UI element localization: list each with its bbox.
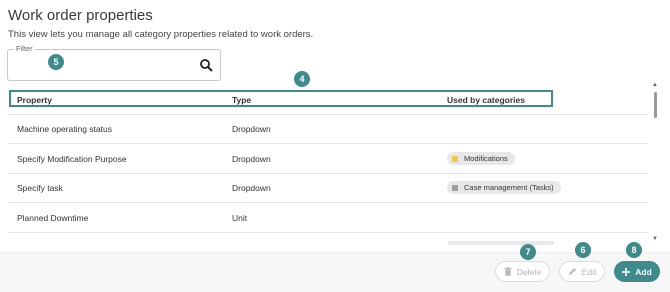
filter-label: Filter xyxy=(14,44,35,53)
cell-property: Specify Modification Purpose xyxy=(17,154,127,164)
callout-badge-delete: 7 xyxy=(520,244,536,260)
tag-color-square xyxy=(452,184,458,191)
callout-badge-add: 8 xyxy=(626,242,642,258)
cell-type: Dropdown xyxy=(232,154,271,164)
scroll-down-arrow-icon[interactable]: ▼ xyxy=(652,236,658,242)
cell-property: Machine operating status xyxy=(17,124,112,134)
callout-badge-edit: 6 xyxy=(575,242,591,258)
cell-type: Dropdown xyxy=(232,183,271,193)
category-tag-label: Case management (Tasks) xyxy=(464,183,554,192)
column-header-used-by[interactable]: Used by categories xyxy=(447,95,525,105)
column-header-type[interactable]: Type xyxy=(232,95,251,105)
category-tag: Modifications xyxy=(447,152,515,165)
row-divider xyxy=(8,143,648,144)
filter-input[interactable] xyxy=(7,49,221,81)
row-divider xyxy=(8,173,648,174)
edit-button-label: Edit xyxy=(581,266,597,277)
callout-badge-filter: 5 xyxy=(48,54,64,70)
cell-type: Unit xyxy=(232,213,248,223)
tag-color-square xyxy=(452,155,458,162)
cell-type: Dropdown xyxy=(232,124,271,134)
category-tag-label: Modifications xyxy=(464,154,508,163)
category-tag-partial xyxy=(448,241,554,245)
category-tag: Case management (Tasks) xyxy=(447,181,561,194)
plus-icon xyxy=(622,267,631,276)
search-icon[interactable] xyxy=(199,58,213,72)
pencil-icon xyxy=(568,268,576,275)
cell-property: Planned Downtime xyxy=(17,213,89,223)
column-header-property[interactable]: Property xyxy=(17,95,52,105)
edit-button[interactable]: Edit xyxy=(559,261,605,282)
row-divider xyxy=(8,202,648,203)
scrollbar-thumb[interactable] xyxy=(654,92,657,118)
cell-property: Specify task xyxy=(17,183,63,193)
delete-button-label: Delete xyxy=(516,266,542,277)
page-title: Work order properties xyxy=(8,7,153,24)
trash-icon xyxy=(504,267,512,276)
row-divider xyxy=(8,232,648,233)
row-divider xyxy=(8,114,648,115)
scroll-up-arrow-icon[interactable]: ▲ xyxy=(652,82,658,88)
callout-badge-header: 4 xyxy=(294,71,310,87)
add-button-label: Add xyxy=(635,266,652,277)
add-button[interactable]: Add xyxy=(614,261,660,282)
page-subtitle: This view lets you manage all category p… xyxy=(8,29,314,40)
delete-button[interactable]: Delete xyxy=(495,261,550,282)
